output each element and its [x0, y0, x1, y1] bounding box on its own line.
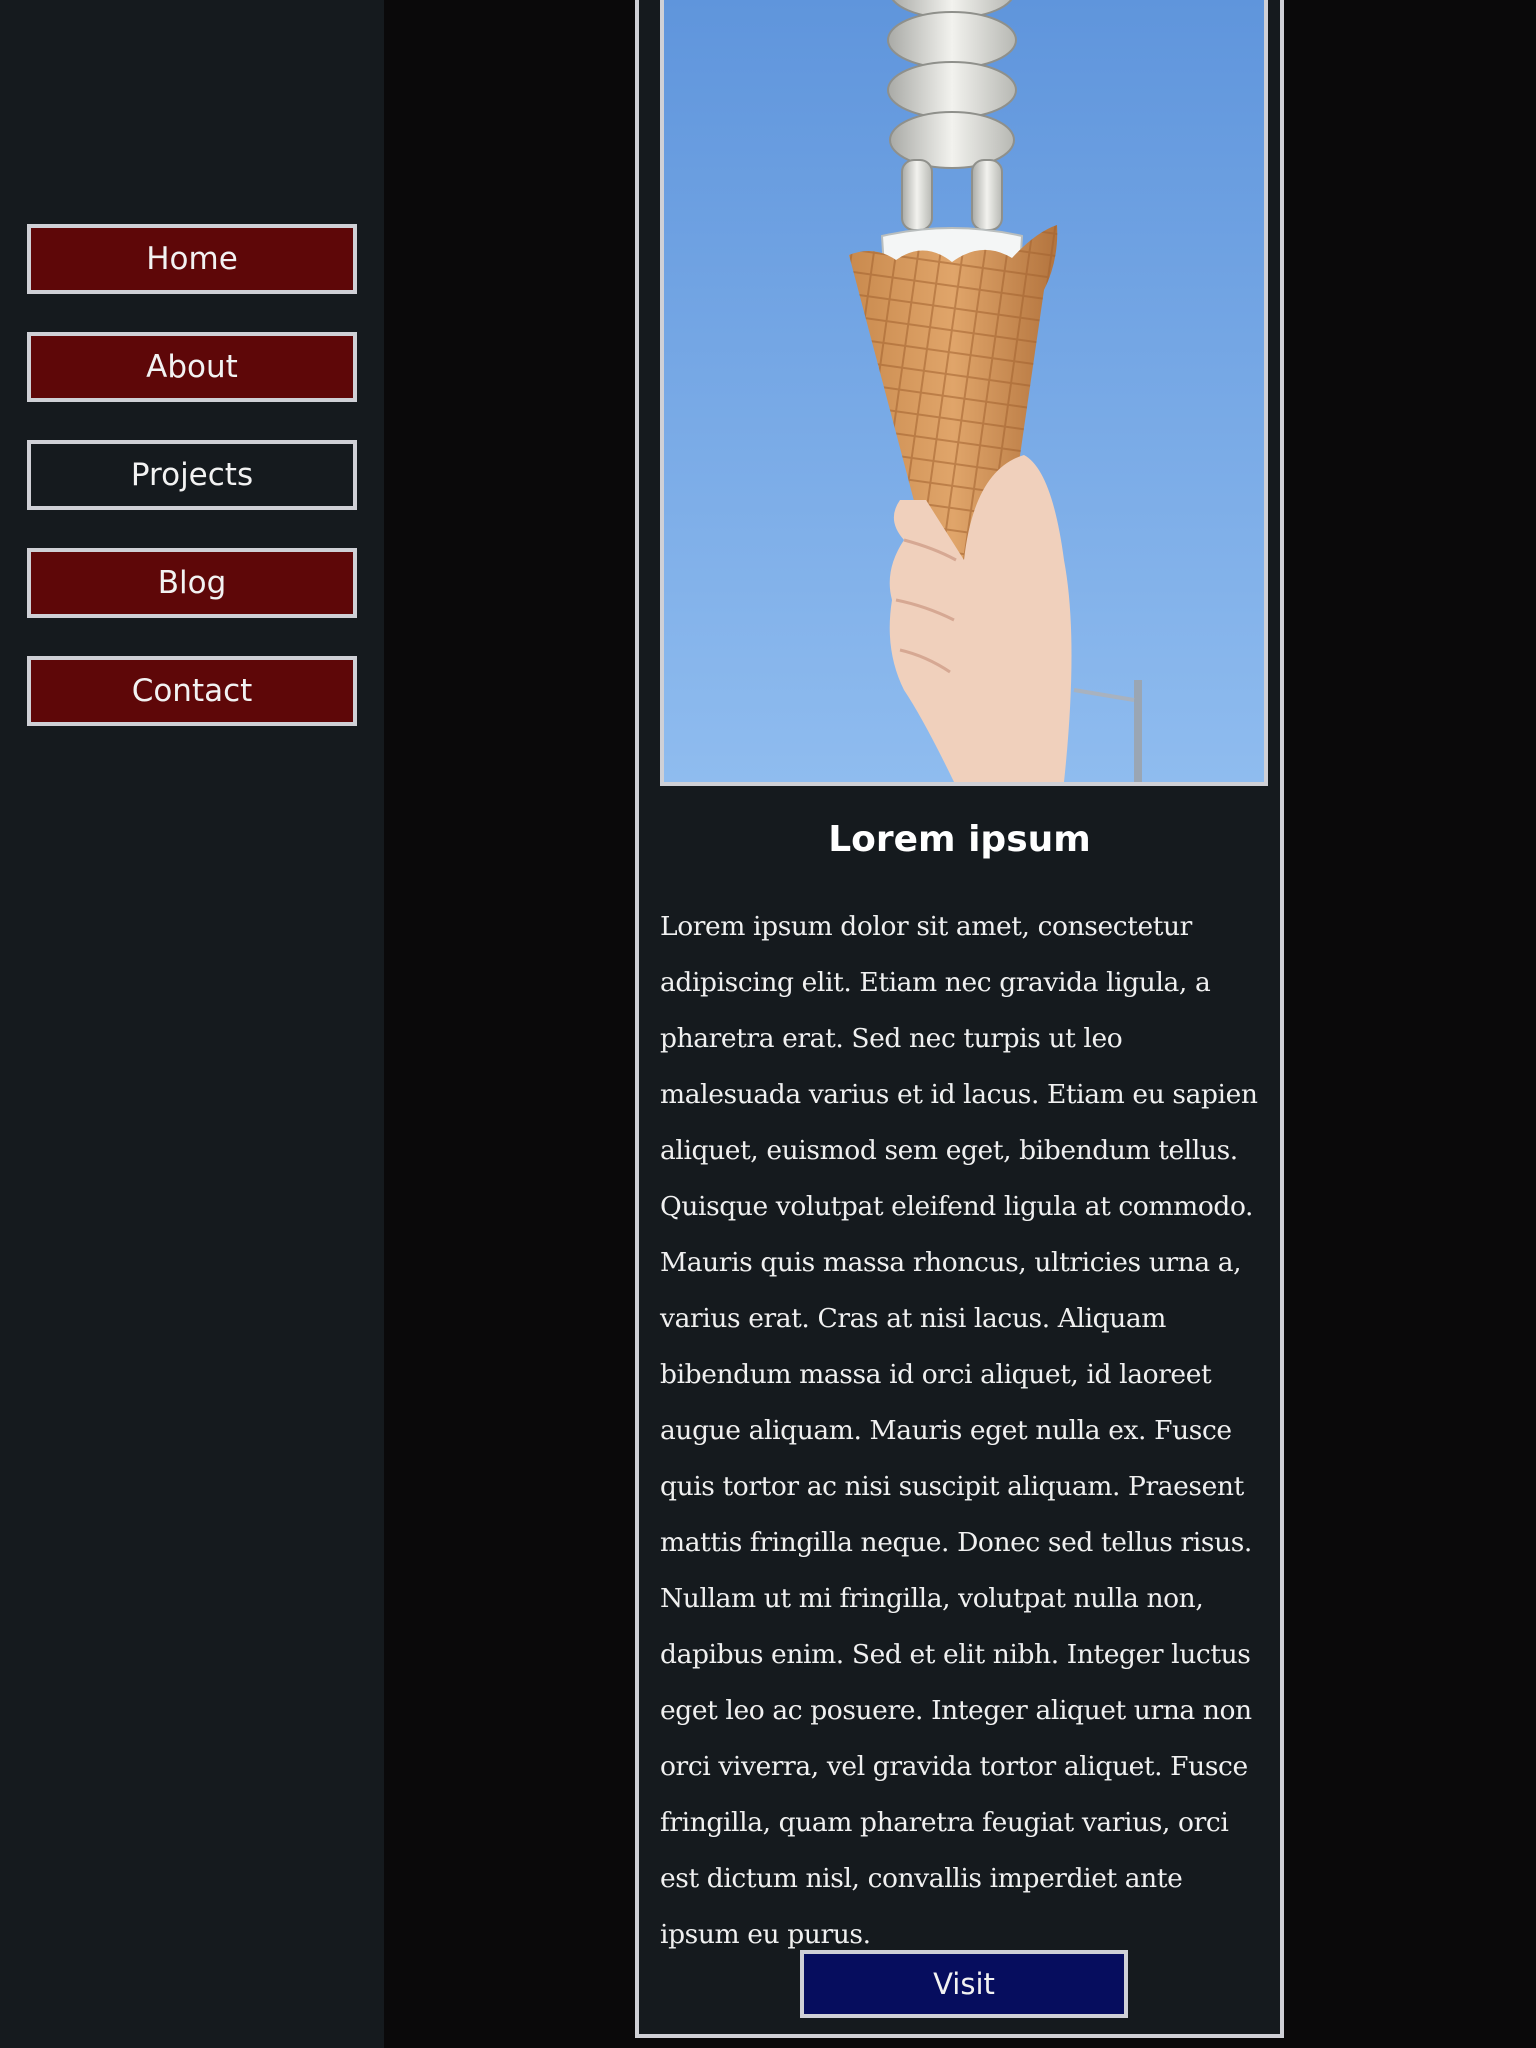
nav-menu: Home About Projects Blog Contact — [27, 224, 357, 764]
lightbulb-ice-cream-cone-photo — [664, 0, 1264, 782]
card-title: Lorem ipsum — [828, 819, 1091, 860]
sidebar: Home About Projects Blog Contact — [0, 0, 384, 2048]
nav-item-about[interactable]: About — [27, 332, 357, 402]
nav-item-blog[interactable]: Blog — [27, 548, 357, 618]
project-image — [660, 0, 1268, 786]
nav-item-home[interactable]: Home — [27, 224, 357, 294]
nav-item-projects[interactable]: Projects — [27, 440, 357, 510]
project-card: Lorem ipsum Lorem ipsum dolor sit amet, … — [635, 0, 1284, 2038]
nav-item-contact[interactable]: Contact — [27, 656, 357, 726]
visit-button[interactable]: Visit — [800, 1950, 1128, 2018]
card-description: Lorem ipsum dolor sit amet, consectetur … — [660, 911, 1258, 1950]
